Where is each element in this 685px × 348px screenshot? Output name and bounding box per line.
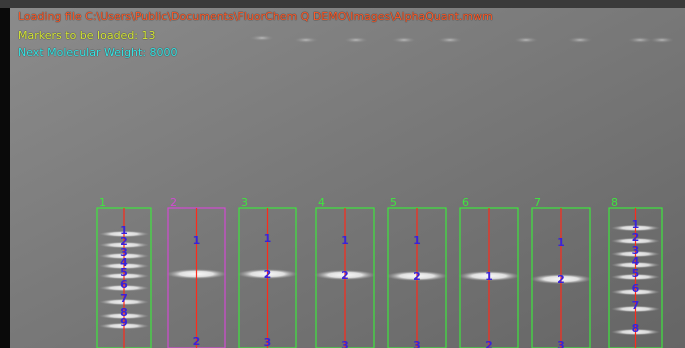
gel-top-edge — [0, 0, 685, 8]
gel-well — [392, 37, 416, 43]
band-label[interactable]: 3 — [264, 336, 272, 348]
band-label[interactable]: 6 — [120, 278, 128, 291]
lane-number: 8 — [611, 196, 618, 209]
gel-well — [344, 37, 368, 43]
band-label[interactable]: 7 — [120, 292, 128, 305]
band-label[interactable]: 2 — [557, 273, 565, 286]
band-label[interactable]: 1 — [632, 218, 640, 231]
lane-number: 2 — [170, 196, 177, 209]
band-label[interactable]: 2 — [632, 231, 640, 244]
band-label[interactable]: 3 — [341, 339, 349, 348]
gel-well — [628, 37, 652, 43]
gel-well — [250, 35, 274, 41]
gel-well — [650, 37, 674, 43]
band-label[interactable]: 2 — [264, 268, 272, 281]
lane-number: 5 — [390, 196, 397, 209]
band-label[interactable]: 7 — [632, 299, 640, 312]
band-label[interactable]: 1 — [264, 232, 272, 245]
loading-file-status: Loading file C:\Users\Public\Documents\F… — [18, 10, 493, 23]
band-label[interactable]: 2 — [193, 335, 201, 348]
band-label[interactable]: 6 — [632, 282, 640, 295]
markers-to-load-status: Markers to be loaded: 13 — [18, 29, 156, 42]
gel-image-view[interactable]: 1123456789212312341235123612712381234567… — [0, 0, 685, 348]
band-label[interactable]: 1 — [557, 236, 565, 249]
lane-number: 1 — [99, 196, 106, 209]
lane-number: 7 — [534, 196, 541, 209]
gel-left-edge — [0, 0, 10, 348]
lane-number: 3 — [241, 196, 248, 209]
lane-number: 4 — [318, 196, 325, 209]
band-label[interactable]: 1 — [193, 234, 201, 247]
band-label[interactable]: 2 — [485, 339, 493, 348]
band-label[interactable]: 5 — [632, 267, 640, 280]
band-label[interactable]: 1 — [413, 234, 421, 247]
band-label[interactable]: 2 — [413, 270, 421, 283]
band-label[interactable]: 1 — [485, 270, 493, 283]
gel-well — [514, 37, 538, 43]
lane-number: 6 — [462, 196, 469, 209]
next-molecular-weight-status: Next Molecular Weight: 8000 — [18, 46, 178, 59]
band-label[interactable]: 2 — [341, 269, 349, 282]
band-label[interactable]: 3 — [557, 339, 565, 348]
band-label[interactable]: 9 — [120, 316, 128, 329]
gel-well — [294, 37, 318, 43]
gel-well — [568, 37, 592, 43]
gel-well — [438, 37, 462, 43]
band-label[interactable]: 3 — [413, 339, 421, 348]
band-label[interactable]: 8 — [632, 322, 640, 335]
band-label[interactable]: 1 — [341, 234, 349, 247]
